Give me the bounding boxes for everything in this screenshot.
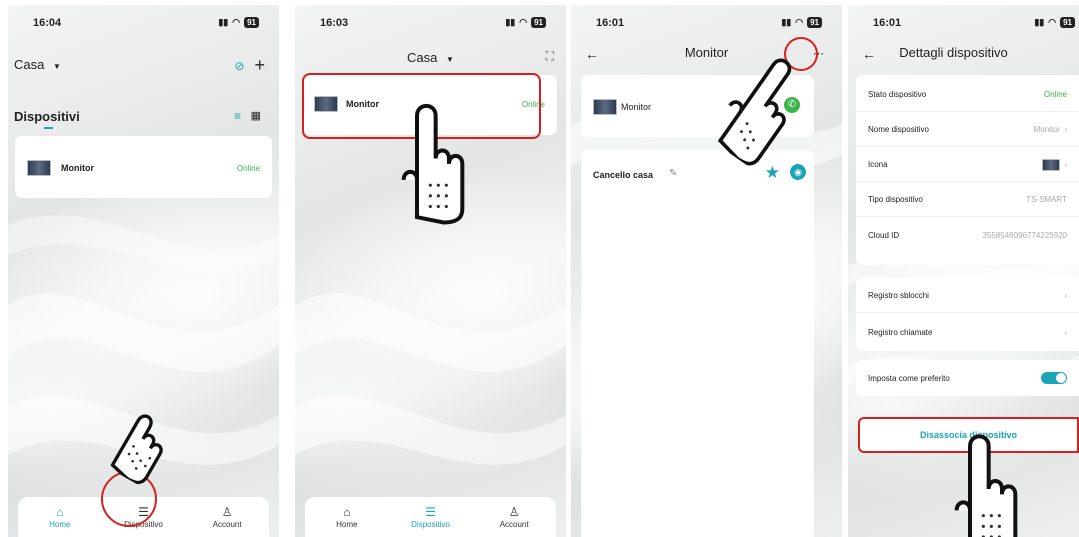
tab-home[interactable]: ⌂ Home	[317, 506, 377, 529]
row-label: Imposta come preferito	[868, 373, 950, 383]
row-value: Online	[1043, 90, 1067, 99]
tab-device[interactable]: ☰ Dispositivo	[400, 506, 460, 529]
chevron-right-icon: ›	[1064, 160, 1067, 169]
screen-devices: 16:03 ▮▮ ◠ 91 Casa ▼ ⛶ Monitor Online ⌂ Hom…	[295, 5, 566, 537]
section-title: Dispositivi	[14, 109, 80, 124]
signal-icon: ▮▮	[505, 17, 516, 27]
wifi-icon: ◠	[232, 17, 241, 27]
row-favorite: Imposta come preferito	[856, 361, 1079, 395]
status-time: 16:04	[33, 17, 62, 29]
wifi-icon: ◠	[1048, 17, 1057, 27]
chevron-down-icon: ▼	[446, 55, 454, 64]
hand-pointer-icon	[401, 103, 465, 225]
row-cloud-id: Cloud ID 3558546096774225920	[856, 218, 1079, 252]
chevron-right-icon: ›	[1064, 125, 1067, 134]
signal-icon: ▮▮	[218, 17, 229, 27]
row-label: Registro sblocchi	[868, 291, 929, 300]
chevron-right-icon: ›	[1064, 327, 1067, 337]
scan-icon[interactable]: ⛶	[546, 49, 554, 64]
list-view-icon[interactable]: ≡	[234, 109, 241, 123]
device-name: Monitor	[621, 102, 652, 112]
status-bar: 16:01 ▮▮ ◠ 91	[571, 15, 842, 33]
tab-account[interactable]: ♙ Account	[197, 506, 257, 529]
status-bar: 16:04 ▮▮ ◠ 91	[8, 15, 279, 33]
home-icon: ⌂	[343, 504, 351, 519]
row-value: 3558546096774225920	[982, 230, 1067, 240]
row-call-log[interactable]: Registro chiamate ›	[856, 315, 1079, 349]
device-status: Online	[236, 164, 260, 173]
chevron-right-icon: ›	[1064, 291, 1067, 300]
tab-bar: ⌂ Home ☰ Dispositivo ♙ Account	[305, 497, 556, 537]
row-label: Tipo dispositivo	[868, 195, 923, 204]
logs-card: Registro sblocchi › Registro chiamate ›	[856, 277, 1079, 351]
wifi-icon: ◠	[795, 17, 804, 27]
details-card: Stato dispositivo Online Nome dispositivo…	[856, 75, 1079, 265]
home-icon: ⌂	[56, 504, 64, 519]
row-value: TS-SMART	[1026, 195, 1067, 204]
status-time: 16:03	[320, 17, 349, 29]
signal-icon: ▮▮	[1034, 17, 1045, 27]
favorite-toggle[interactable]	[1041, 372, 1067, 384]
home-selector[interactable]: Casa ▼	[14, 57, 61, 72]
tab-account[interactable]: ♙ Account	[484, 506, 544, 529]
status-time: 16:01	[873, 17, 902, 29]
row-unlock-log[interactable]: Registro sblocchi ›	[856, 279, 1079, 313]
monitor-thumbnail	[593, 99, 617, 115]
user-icon: ♙	[508, 504, 520, 519]
row-status: Stato dispositivo Online	[856, 78, 1079, 112]
battery-icon: 91	[244, 17, 259, 28]
battery-icon: 91	[1060, 17, 1075, 28]
wifi-icon: ◠	[519, 17, 528, 27]
user-icon: ♙	[221, 504, 233, 519]
device-card[interactable]: Monitor Online	[15, 136, 272, 198]
battery-icon: 91	[807, 17, 822, 28]
device-name: Monitor	[61, 163, 94, 173]
home-selector[interactable]: Casa ▼	[295, 50, 566, 65]
tab-account-label: Account	[212, 519, 242, 529]
status-bar: 16:01 ▮▮ ◠ 91	[848, 15, 1079, 33]
camera-icon[interactable]: ◉	[790, 164, 806, 180]
favorite-card: Imposta come preferito	[856, 360, 1079, 396]
camera-mute-icon[interactable]: ⊘	[234, 59, 244, 73]
camera-name: Cancello casa	[593, 170, 654, 180]
tab-home[interactable]: ⌂ Home	[30, 506, 90, 529]
screen-monitor: 16:01 ▮▮ ◠ 91 ← Monitor ⋯ Monitor ✆ Cancel…	[571, 5, 842, 537]
grid-view-icon[interactable]: ▦	[251, 109, 261, 122]
edit-icon[interactable]: ✎	[669, 168, 677, 179]
row-name[interactable]: Nome dispositivo Monitor ›	[856, 113, 1079, 147]
section-underline	[44, 127, 53, 129]
row-label: Nome dispositivo	[868, 125, 929, 134]
signal-icon: ▮▮	[781, 17, 792, 27]
status-bar: 16:03 ▮▮ ◠ 91	[295, 15, 566, 33]
row-label: Registro chiamate	[868, 327, 933, 337]
row-value: Monitor	[1033, 125, 1061, 134]
menu-icon: ☰	[425, 504, 436, 519]
home-name: Casa	[14, 57, 45, 72]
tab-account-label: Account	[499, 519, 529, 529]
tab-home-label: Home	[336, 519, 358, 529]
chevron-down-icon: ▼	[52, 62, 61, 71]
home-name: Casa	[407, 50, 438, 65]
camera-card: Cancello casa ✎ ★ ◉	[581, 150, 814, 537]
status-time: 16:01	[596, 17, 625, 29]
hand-pointer-icon	[954, 434, 1018, 537]
monitor-thumbnail	[27, 160, 51, 176]
row-label: Cloud ID	[868, 230, 900, 240]
row-icon[interactable]: Icona ›	[856, 148, 1079, 182]
row-label: Stato dispositivo	[868, 90, 927, 99]
monitor-thumbnail	[1042, 158, 1061, 171]
row-label: Icona	[868, 160, 888, 169]
screen-device-details: 16:01 ▮▮ ◠ 91 ← Dettagli dispositivo Stato…	[848, 5, 1079, 537]
page-title: Dettagli dispositivo	[899, 45, 1008, 60]
row-type: Tipo dispositivo TS-SMART	[856, 183, 1079, 217]
tab-device-label: Dispositivo	[411, 519, 450, 529]
screen-home: 16:04 ▮▮ ◠ 91 Casa ▼ ⊘ + Dispositivi ≡ ▦ M…	[8, 5, 279, 537]
battery-icon: 91	[531, 17, 546, 28]
tab-home-label: Home	[49, 519, 71, 529]
add-icon[interactable]: +	[254, 55, 265, 76]
